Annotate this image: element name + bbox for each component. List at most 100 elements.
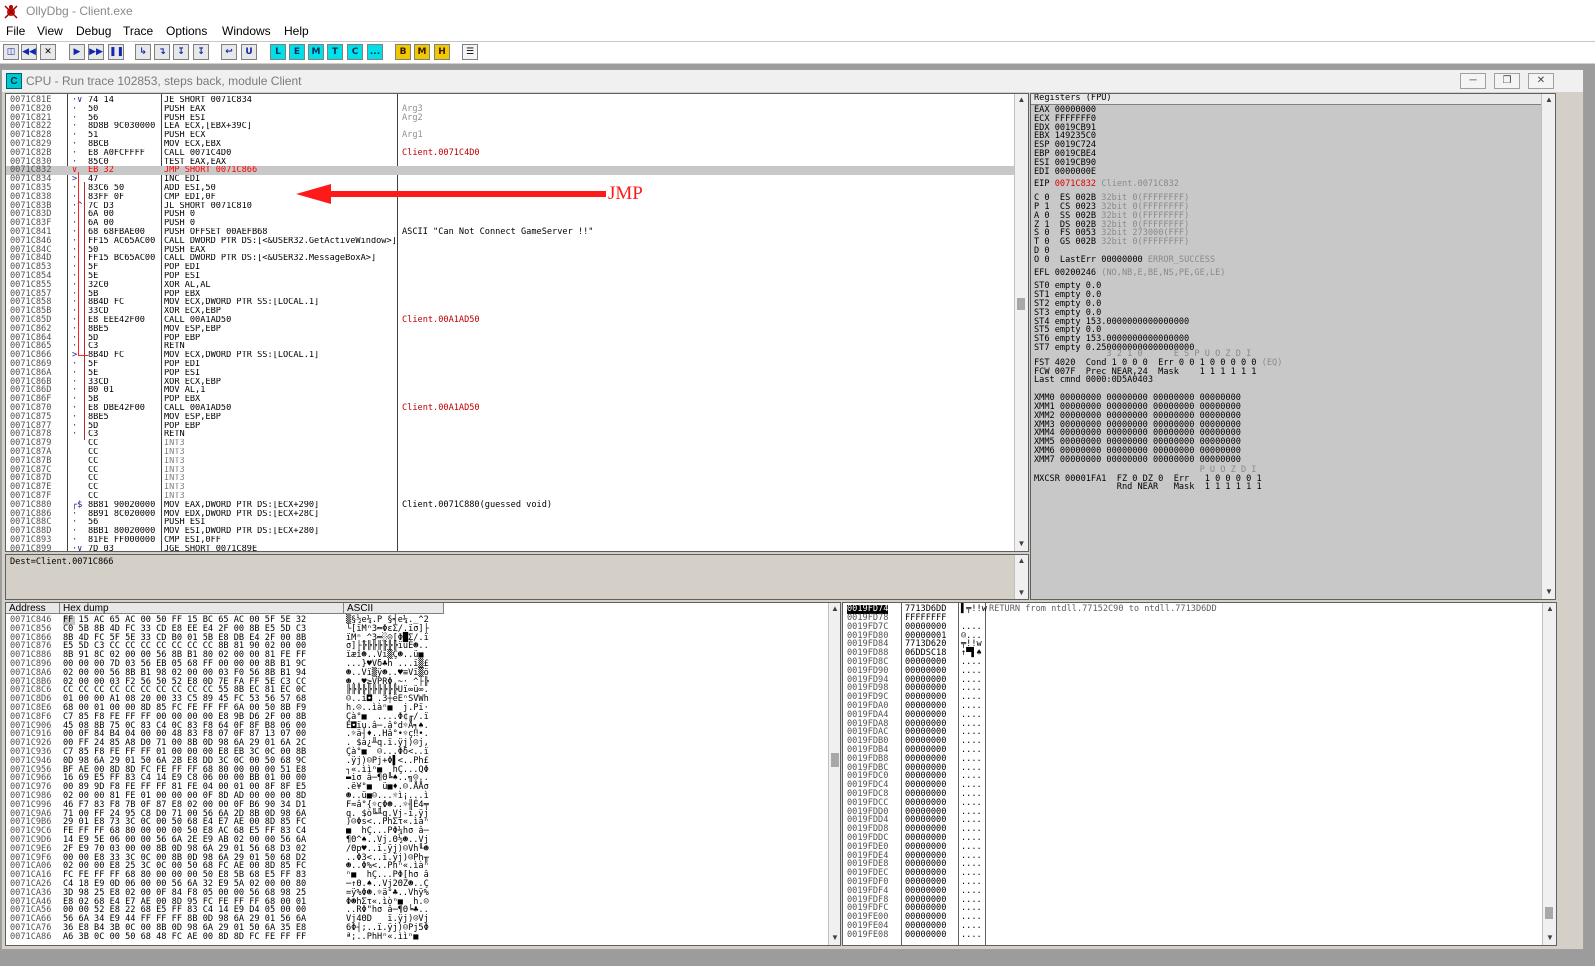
disasm-row[interactable]: 0071C830 · 85C0 TEST EAX,EAX	[6, 157, 1016, 167]
stack-row[interactable]: 0019FDA8 00000000....	[843, 719, 1543, 729]
scroll-up-icon[interactable]: ▲	[1015, 555, 1028, 567]
toolbar-cpu-button[interactable]: C	[347, 44, 363, 60]
step-over-icon[interactable]: ↴	[154, 44, 170, 60]
register-edi[interactable]: EDI 0000000E	[1034, 167, 1096, 177]
trace-into-icon[interactable]: ↧	[173, 44, 189, 60]
execute-till-return-icon[interactable]: ↩	[221, 44, 237, 60]
disasm-row[interactable]: 0071C893 · 81FE FF000000 CMP ESI,0FF	[6, 536, 1016, 545]
toolbar-more-button[interactable]: ...	[367, 44, 383, 60]
disasm-row[interactable]: 0071C854 · 5E POP ESI	[6, 272, 1016, 281]
stack-row[interactable]: 0019FDAC 00000000....	[843, 728, 1543, 737]
stack-row[interactable]: 0019FDF0 00000000....	[843, 878, 1543, 887]
stack-row[interactable]: 0019FDFC 00000000....	[843, 904, 1543, 913]
disasm-row[interactable]: 0071C87B CC INT3	[6, 456, 1016, 466]
info-scrollbar[interactable]: ▲ ▼	[1014, 555, 1028, 599]
disassembler-pane[interactable]: 0071C81E ·∨ 74 14 JE SHORT 0071C834 0071C820…	[5, 93, 1029, 552]
stack-row[interactable]: 0019FDF4 00000000....	[843, 886, 1543, 896]
disasm-row[interactable]: 0071C821 · 56 PUSH ESI Arg2	[6, 113, 1016, 123]
stack-row[interactable]: 0019FE04 00000000....	[843, 922, 1543, 931]
dump-header-address[interactable]: Address	[6, 603, 60, 614]
pause-icon[interactable]: ❚❚	[108, 44, 124, 60]
disasm-row[interactable]: 0071C853 · 5F POP EDI	[6, 263, 1016, 272]
stack-row[interactable]: 0019FDB4 00000000....	[843, 746, 1543, 755]
disasm-row[interactable]: 0071C86B · 33CD XOR ECX,EBP	[6, 377, 1016, 387]
close-process-icon[interactable]: ✕	[40, 44, 56, 60]
registers-pane[interactable]: Registers (FPU) EAX 00000000 ECX FFFFFFF0…	[1030, 93, 1556, 600]
scroll-down-icon[interactable]: ▼	[1015, 538, 1028, 550]
dump-header-ascii[interactable]: ASCII	[344, 603, 444, 614]
disasm-row[interactable]: 0071C846 · FF15 AC65AC00 CALL DWORD PTR DS:…	[6, 236, 1016, 246]
stack-row[interactable]: 0019FDBC 00000000....	[843, 763, 1543, 773]
stack-row[interactable]: 0019FDD0 00000000....	[843, 807, 1543, 817]
disasm-row[interactable]: 0071C88C · 56 PUSH ESI	[6, 518, 1016, 527]
stack-row[interactable]: 0019FD9C 00000000....	[843, 693, 1543, 702]
disasm-row[interactable]: 0071C865 · C3 RETN	[6, 342, 1016, 351]
toolbar-memory-button[interactable]: M	[308, 44, 324, 60]
disasm-row[interactable]: 0071C864 · 5D POP EBP	[6, 333, 1016, 343]
open-icon[interactable]: ◫	[3, 44, 19, 60]
disasm-row[interactable]: 0071C832 ∨ EB 32 JMP SHORT 0071C866	[6, 166, 1016, 176]
disasm-row[interactable]: 0071C81E ·∨ 74 14 JE SHORT 0071C834	[6, 96, 1016, 105]
toolbar-breakpoints-button[interactable]: B	[395, 44, 411, 60]
toolbar-threads-button[interactable]: T	[327, 44, 343, 60]
disasm-row[interactable]: 0071C84D · FF15 BC65AC00 CALL DWORD PTR DS:…	[6, 254, 1016, 263]
disasm-row[interactable]: 0071C82B · E8 A0FCFFFF CALL 0071C4D0 Client.…	[6, 148, 1016, 158]
disasm-row[interactable]: 0071C886 · 8B91 8C020000 MOV EDX,DWORD PTR …	[6, 509, 1016, 519]
run-thread-icon[interactable]: ▶▶	[88, 44, 104, 60]
stack-row[interactable]: 0019FE08 00000000....	[843, 930, 1543, 940]
dump-scrollbar[interactable]: ▲ ▼	[828, 603, 840, 945]
stack-row[interactable]: 0019FDD8 00000000....	[843, 825, 1543, 834]
stack-row[interactable]: 0019FDA0 00000000....	[843, 702, 1543, 711]
stack-row[interactable]: 0019FDD4 00000000....	[843, 816, 1543, 825]
disasm-row[interactable]: 0071C87D CC INT3	[6, 474, 1016, 483]
scroll-thumb[interactable]	[1545, 907, 1553, 919]
menu-file[interactable]: File	[6, 24, 25, 38]
disasm-row[interactable]: 0071C828 · 51 PUSH ECX Arg1	[6, 131, 1016, 140]
scroll-thumb[interactable]	[1017, 298, 1025, 310]
scroll-down-icon[interactable]: ▼	[1015, 587, 1028, 599]
disasm-row[interactable]: 0071C841 · 68 68FBAE00 PUSH OFFSET 00AEFB68…	[6, 228, 1016, 237]
stack-row[interactable]: 0019FDE8 00000000....	[843, 860, 1543, 869]
disasm-row[interactable]: 0071C86D · B0 01 MOV AL,1	[6, 386, 1016, 395]
stack-row[interactable]: 0019FDB8 00000000....	[843, 754, 1543, 764]
disasm-row[interactable]: 0071C87E CC INT3	[6, 483, 1016, 492]
stack-row[interactable]: 0019FD7C 00000000....	[843, 622, 1543, 632]
disasm-row[interactable]: 0071C880 ┌$ 8B81 90020000 MOV EAX,DWORD PTR…	[6, 500, 1016, 510]
stack-row[interactable]: 0019FDB0 00000000....	[843, 737, 1543, 746]
dump-header-hex[interactable]: Hex dump	[60, 603, 344, 614]
trace-over-icon[interactable]: ↧	[193, 44, 209, 60]
scroll-up-icon[interactable]: ▲	[1543, 603, 1556, 615]
toolbar-modules-button[interactable]: E	[289, 44, 305, 60]
flag-row[interactable]: O 0 LastErr 00000000 ERROR_SUCCESS	[1034, 255, 1215, 265]
registers-scrollbar[interactable]: ▲ ▼	[1541, 94, 1555, 599]
stack-row[interactable]: 0019FD88 06DDSC18 ↑▀▌♠	[843, 649, 1543, 658]
disasm-row[interactable]: 0071C875 · 8BE5 MOV ESP,EBP	[6, 412, 1016, 422]
disasm-row[interactable]: 0071C87C CC INT3	[6, 465, 1016, 475]
maximize-button[interactable]: ❐	[1494, 73, 1520, 89]
hex-dump-pane[interactable]: Address Hex dump ASCII 0071C846 FF 15 AC …	[5, 602, 841, 946]
scroll-down-icon[interactable]: ▼	[1543, 932, 1556, 944]
disasm-scrollbar[interactable]: ▲ ▼	[1014, 94, 1028, 551]
disasm-row[interactable]: 0071C899 ·∨ 7D 03 JGE SHORT 0071C89E	[6, 544, 1016, 551]
disasm-row[interactable]: 0071C88D · 8BB1 80020000 MOV ESI,DWORD PTR …	[6, 527, 1016, 536]
stack-row[interactable]: 0019FDC4 00000000....	[843, 781, 1543, 790]
scroll-up-icon[interactable]: ▲	[1015, 94, 1028, 106]
menu-windows[interactable]: Windows	[222, 24, 271, 38]
disasm-row[interactable]: 0071C829 · 8BCB MOV ECX,EBX	[6, 140, 1016, 149]
stack-row[interactable]: 0019FDA4 00000000....	[843, 710, 1543, 720]
scroll-down-icon[interactable]: ▼	[1542, 586, 1555, 598]
disasm-row[interactable]: 0071C84C · 50 PUSH EAX	[6, 245, 1016, 255]
minimize-button[interactable]: ─	[1460, 73, 1486, 89]
disasm-row[interactable]: 0071C877 · 5D POP EBP	[6, 421, 1016, 431]
stack-row[interactable]: 0019FDE0 00000000....	[843, 842, 1543, 852]
menu-view[interactable]: View	[37, 24, 63, 38]
disasm-row[interactable]: 0071C869 · 5F POP EDI	[6, 360, 1016, 369]
menu-trace[interactable]: Trace	[123, 24, 153, 38]
toolbar-log-button[interactable]: L	[270, 44, 286, 60]
toolbar-hw-bp-button[interactable]: H	[434, 44, 450, 60]
stack-row[interactable]: 0019FDCC 00000000....	[843, 798, 1543, 808]
stack-row[interactable]: 0019FE00 00000000....	[843, 913, 1543, 922]
stack-pane[interactable]: 0019FD74 7713D6DD ▌╤!!w RETURN from ntdl…	[842, 602, 1557, 946]
toolbar-mem-bp-button[interactable]: M	[414, 44, 430, 60]
disasm-row[interactable]: 0071C86A · 5E POP ESI	[6, 368, 1016, 378]
